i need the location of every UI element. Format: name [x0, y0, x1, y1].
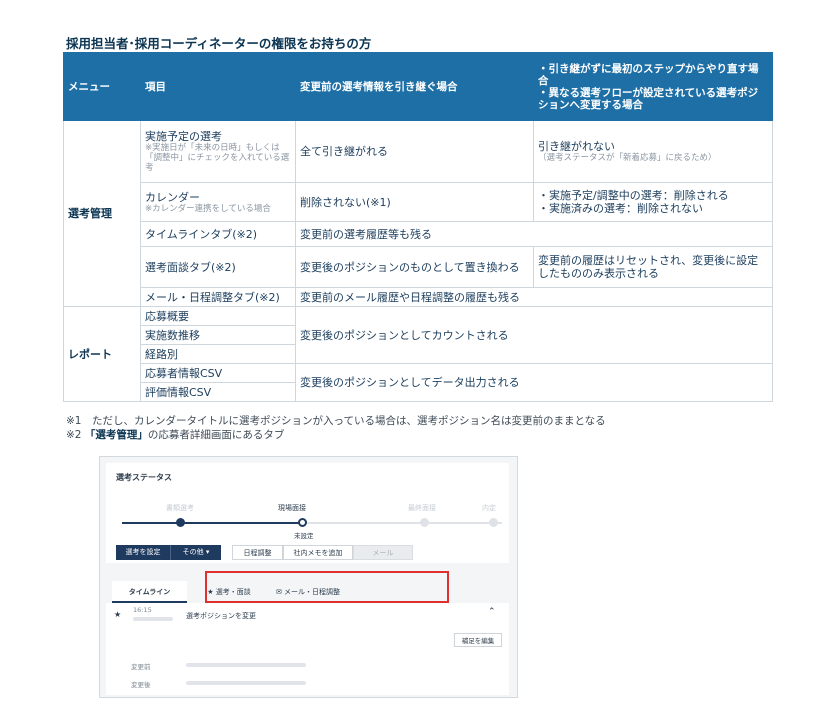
cell-reset: 変更前の履歴はリセットされ、変更後に設定したもののみ表示される	[533, 246, 773, 288]
item-label: 実施予定の選考	[145, 130, 222, 143]
tab-timeline[interactable]: タイムライン	[112, 581, 187, 603]
footnotes: ※1 ただし、カレンダータイトルに選考ポジションが入っている場合は、選考ポジショ…	[66, 414, 606, 442]
footnote-2-bold: 「選考管理」	[84, 429, 148, 441]
item-scheduled: 実施予定の選考 ※実施日が「未来の日時」もしくは「調整中」にチェックを入れている…	[140, 120, 296, 183]
item-report: 実施数推移	[140, 325, 296, 345]
mail-button[interactable]: メール	[353, 545, 413, 560]
table-row: 応募者情報CSV 変更後のポジションとしてデータ出力される	[64, 363, 773, 402]
item-report: 応募者情報CSV	[140, 363, 296, 383]
item-mail: メール・日程調整タブ(※2)	[140, 287, 296, 307]
highlight-box	[205, 571, 449, 603]
header-item: 項目	[140, 52, 296, 121]
table-row: 選考管理 実施予定の選考 ※実施日が「未来の日時」もしくは「調整中」にチェックを…	[63, 120, 773, 307]
cell-reset: 引き継がれない （選考ステータスが「新着応募」に戻るため）	[533, 120, 773, 183]
item-timeline: タイムラインタブ(※2)	[140, 221, 296, 247]
cell-reset: ・実施予定/調整中の選考：削除される ・実施済みの選考：削除されない	[533, 182, 773, 222]
cell-inherit: 全て引き継がれる	[295, 120, 534, 183]
permission-table: メニュー 項目 変更前の選考情報を引き継ぐ場合 ・引き継がずに最初のステップから…	[63, 52, 773, 402]
entry-time: 16:15	[133, 606, 152, 614]
item-report: 応募概要	[140, 306, 296, 326]
item-report: 経路別	[140, 344, 296, 364]
table-row: タイムラインタブ(※2) 変更前の選考履歴等も残る	[64, 221, 773, 247]
footnote-2: ※2 「選考管理」の応募者詳細画面にあるタブ	[66, 429, 285, 441]
cell-inherit: 変更後のポジションのものとして置き換わる	[295, 246, 534, 288]
progress-fill	[122, 522, 302, 524]
step-dot[interactable]	[489, 518, 498, 527]
step-label: 書類選考	[166, 504, 194, 512]
cell-merged: 変更前の選考履歴等も残る	[295, 221, 773, 247]
table-row: レポート 応募概要 変更後のポジションとしてカウントされる	[63, 306, 773, 402]
cell-report-count: 変更後のポジションとしてカウントされる	[295, 306, 773, 364]
entry-text: 選考ポジションを変更	[186, 612, 256, 620]
item-interview: 選考面談タブ(※2)	[140, 246, 296, 288]
step-dot-current[interactable]	[298, 518, 307, 527]
item-calendar: カレンダー ※カレンダー連携をしている場合	[140, 182, 296, 222]
cell-merged: 変更前のメール履歴や日程調整の履歴も残る	[295, 287, 773, 307]
blurred-before-value	[186, 663, 306, 667]
step-dot[interactable]	[420, 518, 429, 527]
add-memo-button[interactable]: 社内メモを追加	[283, 545, 353, 560]
item-note: ※実施日が「未来の日時」もしくは「調整中」にチェックを入れている選考	[145, 143, 290, 173]
cell-inherit: 削除されない(※1)	[295, 182, 534, 222]
page-title: 採用担当者･採用コーディネーターの権限をお持ちの方	[66, 36, 372, 51]
step-label: 内定	[482, 504, 496, 512]
header-menu: メニュー	[63, 52, 141, 121]
table-row: メール・日程調整タブ(※2) 変更前のメール履歴や日程調整の履歴も残る	[64, 287, 773, 307]
set-stage-button[interactable]: 選考を設定	[116, 545, 171, 560]
after-label: 変更後	[131, 681, 151, 689]
header-inherit: 変更前の選考情報を引き継ぐ場合	[295, 52, 534, 121]
step-label: 最終面接	[408, 504, 436, 512]
step-note: 未設定	[294, 532, 314, 540]
other-dropdown-button[interactable]: その他 ▾	[171, 545, 221, 560]
status-title: 選考ステータス	[116, 473, 172, 482]
table-row: カレンダー ※カレンダー連携をしている場合 削除されない(※1) ・実施予定/調…	[64, 182, 773, 222]
cell-reset-main: 引き継がれない	[538, 140, 615, 153]
item-report: 評価情報CSV	[140, 382, 296, 402]
cell-reset-note: （選考ステータスが「新着応募」に戻るため）	[538, 153, 717, 163]
item-note: ※カレンダー連携をしている場合	[145, 203, 271, 214]
chevron-up-icon[interactable]: ⌃	[488, 607, 496, 617]
cell-report-output: 変更後のポジションとしてデータ出力される	[295, 363, 773, 402]
step-dot-done[interactable]	[176, 518, 185, 527]
category-report: レポート	[63, 306, 141, 402]
example-screenshot: 選考ステータス 書類選考 現場面接 最終面接 内定 未設定 選考を設定 その他 …	[99, 456, 518, 698]
blurred-name	[133, 617, 173, 621]
step-label-current: 現場面接	[278, 504, 306, 512]
table-row: 選考面談タブ(※2) 変更後のポジションのものとして置き換わる 変更前の履歴はリ…	[64, 246, 773, 288]
timeline-panel: ★ 16:15 選考ポジションを変更 ⌃ 補足を編集 変更前 変更後	[106, 603, 509, 695]
status-card: 選考ステータス 書類選考 現場面接 最終面接 内定 未設定 選考を設定 その他 …	[106, 463, 509, 563]
before-label: 変更前	[131, 663, 151, 671]
category-selection: 選考管理	[63, 120, 141, 307]
schedule-button[interactable]: 日程調整	[232, 545, 283, 560]
header-reset: ・引き継がずに最初のステップからやり直す場合 ・異なる選考フローが設定されている…	[533, 52, 773, 121]
edit-note-button[interactable]: 補足を編集	[454, 633, 502, 647]
blurred-after-value	[186, 681, 306, 685]
footnote-1: ※1 ただし、カレンダータイトルに選考ポジションが入っている場合は、選考ポジショ…	[66, 415, 606, 427]
star-icon: ★	[114, 610, 122, 619]
item-label: カレンダー	[145, 190, 200, 204]
caret-down-icon: ▾	[205, 548, 210, 556]
